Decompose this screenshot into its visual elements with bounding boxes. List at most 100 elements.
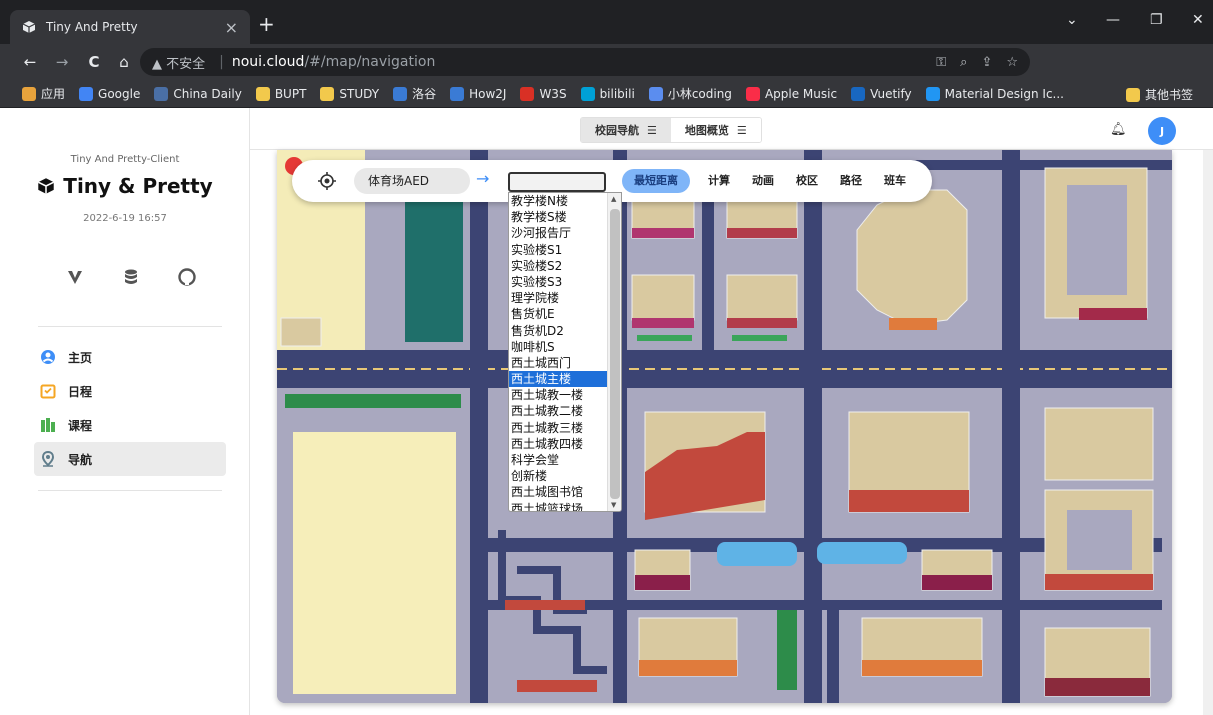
calculate-button[interactable]: 计算: [708, 169, 730, 193]
dropdown-option[interactable]: 西土城图书馆: [509, 484, 607, 500]
destination-dropdown[interactable]: 教学楼N楼 教学楼S楼 沙河报告厅 实验楼S1 实验楼S2 实验楼S3 理学院楼 售货机E 售货…: [508, 192, 622, 512]
locate-crosshair-icon[interactable]: [318, 172, 336, 190]
shuttle-button[interactable]: 班车: [884, 169, 906, 193]
sidebar-item-courses[interactable]: 课程: [34, 408, 226, 442]
destination-select[interactable]: [508, 172, 606, 192]
bookmark-star-icon[interactable]: ☆: [1006, 55, 1018, 70]
dropdown-option[interactable]: 售货机E: [509, 306, 607, 322]
password-key-icon[interactable]: ⚿: [936, 55, 946, 70]
shortest-distance-button[interactable]: 最短距离: [622, 169, 690, 193]
arrow-right-icon: →: [476, 169, 490, 188]
dropdown-scrollbar[interactable]: ▲ ▼: [607, 193, 621, 511]
bookmark-item[interactable]: Material Design Ic...: [925, 86, 1064, 101]
user-avatar[interactable]: J: [1148, 117, 1176, 145]
dropdown-option[interactable]: 实验楼S2: [509, 258, 607, 274]
bookmark-item[interactable]: W3S: [520, 86, 567, 101]
page-scrollbar[interactable]: [1203, 150, 1213, 715]
new-tab-button[interactable]: +: [258, 14, 275, 34]
github-icon[interactable]: [178, 268, 196, 291]
dropdown-option[interactable]: 售货机D2: [509, 323, 607, 339]
hedge: [732, 335, 787, 341]
home-button[interactable]: ⌂: [112, 53, 136, 71]
books-icon: [40, 417, 56, 433]
dropdown-option[interactable]: 西土城教二楼: [509, 403, 607, 419]
other-bookmarks-folder[interactable]: 其他书签: [1125, 86, 1193, 103]
campus-map[interactable]: [277, 150, 1172, 703]
bookmark-label: 应用: [41, 87, 66, 101]
bookmark-label: 洛谷: [412, 87, 437, 101]
database-icon[interactable]: [122, 268, 140, 291]
bookmark-item[interactable]: China Daily: [154, 86, 242, 101]
vuetify-icon[interactable]: [66, 268, 84, 291]
sidebar-item-label: 日程: [68, 384, 93, 399]
current-datetime: 2022-6-19 16:57: [83, 213, 167, 224]
bookmark-item[interactable]: Apple Music: [745, 86, 837, 101]
sidebar-item-schedule[interactable]: 日程: [34, 374, 226, 408]
dropdown-option[interactable]: 创新楼: [509, 468, 607, 484]
dropdown-option[interactable]: 实验楼S3: [509, 274, 607, 290]
omnibox-actions: ⚿ ⌕ ⇪ ☆: [936, 55, 1018, 70]
origin-select[interactable]: 体育场AED: [354, 168, 470, 194]
dropdown-option[interactable]: 理学院楼: [509, 290, 607, 306]
dropdown-option[interactable]: 教学楼S楼: [509, 209, 607, 225]
close-window-button[interactable]: ✕: [1192, 12, 1204, 28]
dropdown-option[interactable]: 教学楼N楼: [509, 193, 607, 209]
back-button[interactable]: ←: [18, 53, 42, 71]
building: [1044, 407, 1154, 481]
bookmarks-bar: 应用 Google China Daily BUPT STUDY 洛谷 How2J W3S bi…: [0, 80, 1213, 108]
url-host: noui.cloud: [231, 54, 305, 70]
notification-bell-icon[interactable]: 🔔︎: [1110, 122, 1127, 137]
dropdown-scroll-thumb[interactable]: [610, 209, 620, 499]
browser-tab[interactable]: Tiny And Pretty ×: [10, 10, 250, 44]
reload-button[interactable]: C: [82, 53, 106, 71]
bookmark-item[interactable]: Vuetify: [851, 86, 912, 101]
share-icon[interactable]: ⇪: [981, 55, 992, 70]
security-indicator[interactable]: ▲ 不安全: [152, 53, 205, 72]
minimize-button[interactable]: —: [1106, 12, 1120, 28]
bookmark-item[interactable]: 洛谷: [393, 85, 436, 102]
dropdown-option[interactable]: 西土城教一楼: [509, 387, 607, 403]
campus-button[interactable]: 校区: [796, 169, 818, 193]
sidebar-item-home[interactable]: 主页: [34, 340, 226, 374]
dropdown-option[interactable]: 西土城西门: [509, 355, 607, 371]
bookmark-item[interactable]: bilibili: [580, 86, 635, 101]
building-wall: [517, 680, 597, 692]
bookmark-item[interactable]: STUDY: [320, 86, 379, 101]
tab-close-icon[interactable]: ×: [225, 18, 238, 37]
scroll-up-icon[interactable]: ▲: [611, 195, 616, 203]
user-circle-icon: [40, 349, 56, 365]
dropdown-option[interactable]: 实验楼S1: [509, 242, 607, 258]
route-button[interactable]: 路径: [840, 169, 862, 193]
dropdown-option[interactable]: 西土城篮球场: [509, 501, 607, 511]
address-bar[interactable]: ▲ 不安全 | noui.cloud /#/map/navigation ⚿ ⌕…: [140, 48, 1030, 76]
dropdown-option[interactable]: 西土城教四楼: [509, 436, 607, 452]
bookmark-label: W3S: [539, 86, 567, 101]
bookmark-icon: [154, 86, 169, 101]
dropdown-option[interactable]: 咖啡机S: [509, 339, 607, 355]
dropdown-option[interactable]: 西土城主楼: [509, 371, 607, 388]
tab-map-overview[interactable]: 地图概览 ☰: [670, 118, 761, 142]
bookmark-item[interactable]: BUPT: [255, 86, 306, 101]
bookmark-item[interactable]: Google: [79, 86, 140, 101]
bookmark-item[interactable]: 应用: [22, 85, 65, 102]
dropdown-option[interactable]: 沙河报告厅: [509, 225, 607, 241]
bookmark-item[interactable]: How2J: [450, 86, 506, 101]
scroll-down-icon[interactable]: ▼: [611, 501, 616, 509]
forward-button[interactable]: →: [50, 53, 74, 71]
dropdown-option[interactable]: 西土城教三楼: [509, 420, 607, 436]
folder-icon: [1125, 87, 1140, 102]
app-title: Tiny & Pretty: [0, 174, 250, 198]
sidebar-item-navigation[interactable]: 导航: [34, 442, 226, 476]
zoom-icon[interactable]: ⌕: [960, 55, 967, 70]
building-wall: [639, 660, 737, 676]
restore-button[interactable]: ❐: [1150, 12, 1163, 28]
bookmark-item[interactable]: 小林coding: [648, 85, 732, 102]
animation-button[interactable]: 动画: [752, 169, 774, 193]
tab-search-icon[interactable]: ⌄: [1066, 12, 1078, 28]
building-wall: [635, 575, 690, 590]
tab-campus-navigation[interactable]: 校园导航 ☰: [581, 118, 671, 142]
cube-logo-icon: [38, 178, 55, 194]
building-wall: [632, 318, 694, 328]
lake: [817, 542, 907, 564]
dropdown-option[interactable]: 科学会堂: [509, 452, 607, 468]
